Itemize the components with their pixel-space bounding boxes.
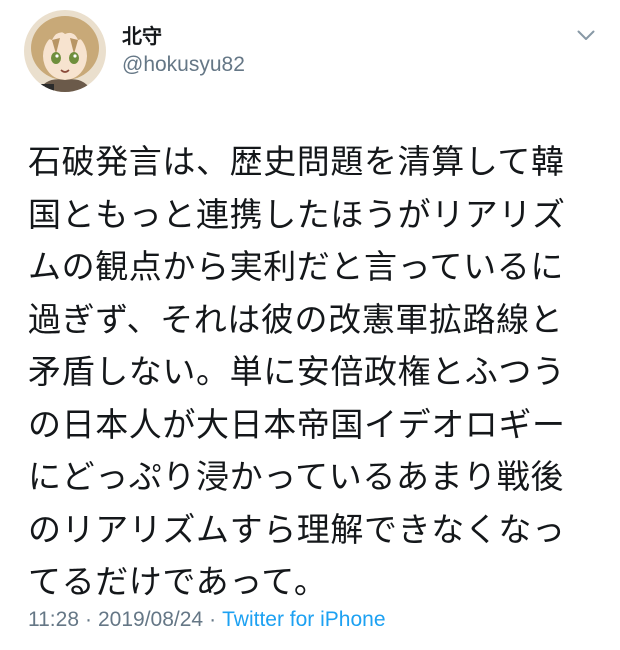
tweet-text-line: にどっぷり浸かっているあまり戦後 xyxy=(28,457,564,496)
tweet-text-line: 矛盾しない。単に安倍政権とふつう xyxy=(28,352,566,391)
svg-text:KEP: KEP xyxy=(32,85,45,92)
tweet-text-line: ムの観点から実利だと言っているに xyxy=(28,247,564,286)
tweet-text: 石破発言は、歴史問題を清算して韓 国ともっと連携したほうがリアリズ ムの観点から… xyxy=(28,136,608,609)
tweet-text-line: 石破発言は、歴史問題を清算して韓 xyxy=(28,142,565,181)
tweet-menu-button[interactable] xyxy=(571,26,601,52)
author-names: 北守 @hokusyu82 xyxy=(122,24,245,78)
tweet-text-line: 国ともっと連携したほうがリアリズ xyxy=(28,194,566,234)
tweet-text-line: の日本人が大日本帝国イデオロギー xyxy=(28,404,566,444)
tweet-time[interactable]: 11:28 xyxy=(28,608,79,631)
display-name[interactable]: 北守 xyxy=(122,24,245,48)
tweet-text-line: のリアリズムすら理解できなくなっ xyxy=(28,509,566,549)
tweet-meta: 11:28 · 2019/08/24 · Twitter for iPhone xyxy=(28,606,386,634)
tweet-text-line: てるだけであって。 xyxy=(28,562,328,601)
chevron-down-icon xyxy=(577,30,595,40)
meta-separator: · xyxy=(209,608,217,631)
anime-avatar-icon: KEP xyxy=(24,10,106,92)
avatar[interactable]: KEP xyxy=(24,10,106,92)
tweet-header: KEP 北守 @hokusyu82 xyxy=(0,0,620,110)
user-handle[interactable]: @hokusyu82 xyxy=(122,52,245,78)
tweet-text-line: 過ぎず、それは彼の改憲軍拡路線と xyxy=(28,299,564,339)
meta-separator: · xyxy=(85,608,92,631)
tweet-source-link[interactable]: Twitter for iPhone xyxy=(222,608,385,631)
tweet-date[interactable]: 2019/08/24 xyxy=(98,608,203,631)
